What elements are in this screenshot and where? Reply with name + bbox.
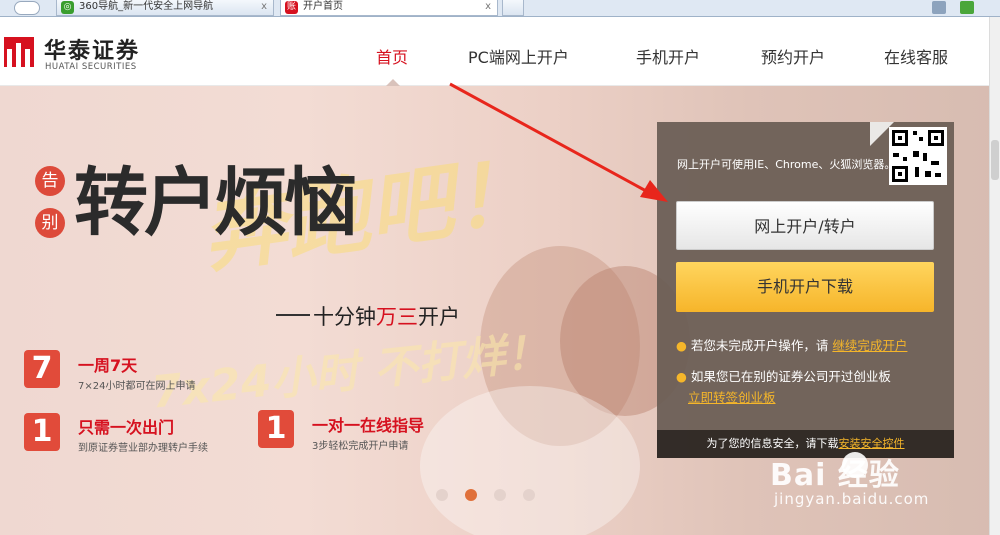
baidu-paw-icon [842,452,868,478]
arrow-line [449,82,649,194]
baidu-brand: Bai 经验 [770,458,900,493]
page-scrollbar[interactable] [989,17,1000,535]
scrollbar-thumb[interactable] [991,140,999,180]
baidu-url: jingyan.baidu.com [774,490,930,508]
baidu-jingyan-watermark: Bai 经验 jingyan.baidu.com [770,450,980,520]
arrow-head-icon [640,180,668,202]
